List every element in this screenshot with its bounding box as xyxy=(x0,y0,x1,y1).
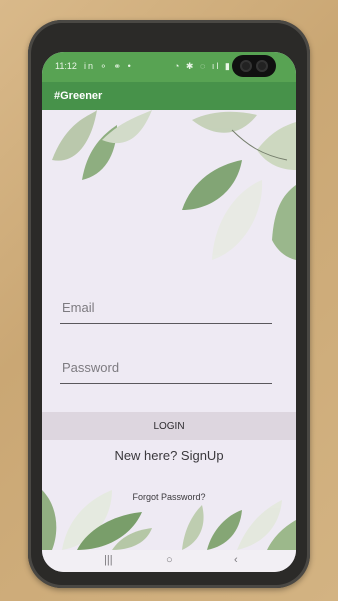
password-placeholder: Password xyxy=(62,360,120,375)
front-camera-icon xyxy=(232,55,276,77)
bottom-leaves-decoration xyxy=(42,490,296,550)
top-leaves-decoration xyxy=(52,110,296,260)
phone-screen: 11:12 in ⚬ ⚭ • ◔ ✱ ◌ ıl ▮ #Greener Email… xyxy=(42,52,296,572)
back-button[interactable]: ‹ xyxy=(234,554,238,566)
system-icons: ◔ ✱ ◌ ıl ▮ xyxy=(174,61,232,71)
status-bar: 11:12 in ⚬ ⚭ • ◔ ✱ ◌ ıl ▮ xyxy=(42,52,296,82)
email-underline xyxy=(60,323,272,324)
status-time: 11:12 xyxy=(55,61,77,71)
login-button-label: LOGIN xyxy=(153,421,185,432)
signup-link[interactable]: New here? SignUp xyxy=(42,448,296,463)
app-bar: #Greener xyxy=(42,82,296,110)
password-field[interactable]: Password xyxy=(60,352,272,384)
app-title: #Greener xyxy=(54,90,103,102)
login-screen: Email Password LOGIN New here? SignUp Fo… xyxy=(42,110,296,550)
home-button[interactable]: ○ xyxy=(166,554,173,566)
notification-icons: in ⚬ ⚭ • xyxy=(84,61,133,71)
email-field[interactable]: Email xyxy=(60,292,272,324)
system-navigation-bar: ||| ○ ‹ xyxy=(42,550,296,572)
password-underline xyxy=(60,383,272,384)
login-button[interactable]: LOGIN xyxy=(42,412,296,440)
recents-button[interactable]: ||| xyxy=(104,554,113,566)
email-placeholder: Email xyxy=(62,300,95,315)
